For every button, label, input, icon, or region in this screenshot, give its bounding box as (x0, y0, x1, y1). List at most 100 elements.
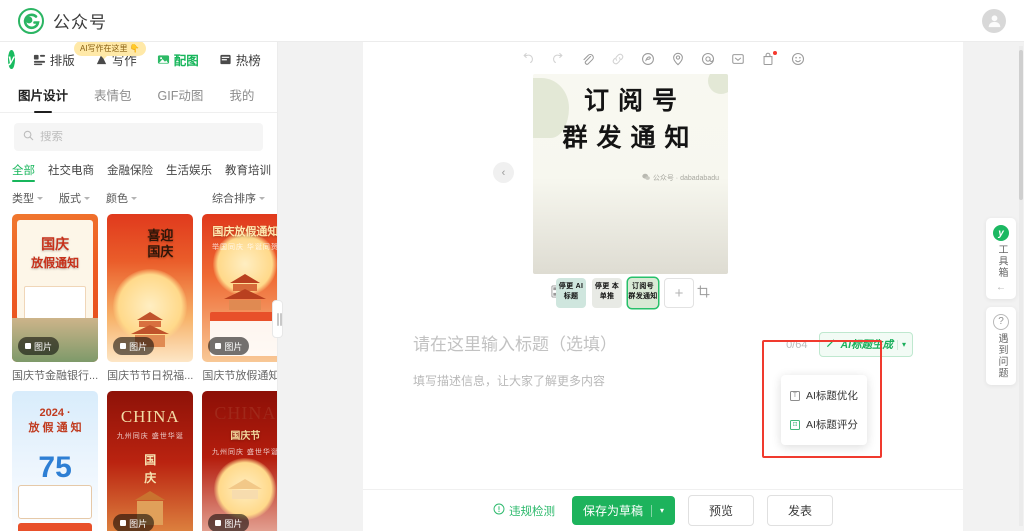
compliance-check-link[interactable]: 违规检测 (493, 503, 555, 519)
redo-icon[interactable] (551, 52, 565, 66)
toolbar-tab-gongju[interactable]: 工具 (272, 43, 277, 76)
emoji-icon[interactable] (791, 52, 805, 66)
title-input[interactable] (413, 334, 787, 355)
user-avatar-icon[interactable] (982, 8, 1006, 33)
filter-type[interactable]: 类型 (12, 190, 43, 206)
canvas-credit-label: 公众号 · dabadabadu (652, 175, 719, 182)
image-thumbnail[interactable]: 停更 AI标题 (556, 278, 586, 308)
rail-help-label: 遇到问题 (996, 332, 1007, 379)
image-thumbnail-row: 停更 AI标题 停更 本单推 订阅号 群发通知 + (556, 278, 694, 308)
toolbar-tab-label: 配图 (173, 53, 199, 68)
subtab-gif[interactable]: GIF动图 (158, 85, 204, 112)
card-icon[interactable] (731, 52, 745, 66)
toolbar-tab-peitu[interactable]: 配图 (147, 42, 208, 76)
paperclip-icon[interactable] (581, 52, 595, 66)
assistant-avatar-icon[interactable]: y (8, 49, 15, 69)
category-life-entertainment[interactable]: 生活娱乐 (166, 162, 212, 182)
chevron-left-icon[interactable]: ‹ (493, 162, 514, 183)
page-scrollbar-thumb[interactable] (1019, 50, 1023, 200)
template-title: 国庆节 (230, 431, 261, 442)
search-box[interactable] (14, 123, 263, 151)
text-box-icon: T (790, 390, 800, 401)
chevron-down-icon (131, 196, 137, 200)
menu-item-ai-title-score[interactable]: ⊡ AI标题评分 (781, 410, 867, 439)
ai-title-generate-button[interactable]: AI标题生成 ▾ (819, 332, 913, 357)
image-thumbnail-text: 停更 AI标题 (558, 283, 584, 301)
image-icon (157, 53, 170, 66)
save-draft-button[interactable]: 保存为草稿 ▾ (571, 496, 675, 525)
canvas-area: ‹ 订阅号 群发通知 公众号 · dabadabadu (363, 74, 963, 298)
description-input[interactable]: 填写描述信息，让大家了解更多内容 (413, 372, 605, 389)
preview-button[interactable]: 预览 (688, 495, 755, 526)
canvas-credit: 公众号 · dabadabadu (642, 173, 719, 183)
panel-collapse-handle[interactable] (272, 300, 283, 338)
category-education-training[interactable]: 教育培训 (225, 162, 271, 182)
sort-label: 综合排序 (212, 193, 256, 205)
template-caption: 国庆节放假通知... (202, 370, 277, 382)
template-thumbnail[interactable]: 喜迎 国庆 图片 (107, 214, 194, 362)
image-canvas[interactable]: 订阅号 群发通知 公众号 · dabadabadu (533, 74, 728, 274)
template-card[interactable]: 2024 ·放 假 通 知 75 国庆节放假通知... (12, 391, 99, 531)
canvas-title-line2: 群发通知 (562, 123, 699, 152)
subtab-stickers[interactable]: 表情包 (94, 85, 132, 112)
category-all[interactable]: 全部 (12, 162, 35, 182)
caret-down-icon[interactable]: ▾ (660, 506, 664, 515)
template-card[interactable]: CHINA 九州同庆 盛世华诞 国庆 图片 国庆节祝福海报... (107, 391, 194, 531)
template-thumbnail[interactable]: 国庆放假通知 举国同庆 华诞同贺 图片 (202, 214, 277, 362)
shop-bag-icon[interactable] (761, 51, 777, 66)
collapse-arrow-icon[interactable]: ← (996, 282, 1006, 293)
rail-help[interactable]: ? 遇到问题 (986, 306, 1016, 385)
decor-pagoda-icon (224, 274, 267, 310)
toolbar-tab-rebang[interactable]: 热榜 (210, 43, 270, 76)
template-card[interactable]: 喜迎 国庆 图片 国庆节节日祝福... (107, 214, 194, 383)
template-card[interactable]: 国庆 放假通知 图片 国庆节金融银行... (12, 214, 99, 383)
search-input[interactable] (40, 131, 254, 143)
link-icon[interactable] (611, 52, 625, 66)
mention-icon[interactable] (701, 52, 715, 66)
filter-layout[interactable]: 版式 (59, 190, 90, 206)
trending-icon (219, 53, 232, 66)
template-thumbnail[interactable]: 国庆 放假通知 图片 (12, 214, 99, 362)
template-thumbnail[interactable]: CHINA 国庆节 九州同庆 盛世华诞 图片 (202, 391, 277, 531)
chevron-down-icon (259, 196, 265, 200)
right-rail: y 工具箱 ← ? 遇到问题 (986, 218, 1016, 393)
subtab-mine[interactable]: 我的 (229, 85, 254, 112)
location-icon[interactable] (671, 52, 685, 66)
menu-item-ai-title-optimize[interactable]: T AI标题优化 (781, 381, 867, 410)
image-thumbnail-selected[interactable]: 订阅号 群发通知 (628, 278, 658, 308)
image-thumbnail[interactable]: 停更 本单推 (592, 278, 622, 308)
template-card[interactable]: CHINA 国庆节 九州同庆 盛世华诞 图片 国庆节祝福海报... (202, 391, 277, 531)
filter-layout-label: 版式 (59, 193, 81, 205)
undo-icon[interactable] (521, 52, 535, 66)
template-type-tag: 图片 (208, 514, 250, 531)
save-draft-label: 保存为草稿 (582, 504, 643, 518)
chevron-down-icon[interactable]: ▾ (902, 340, 906, 349)
template-subtitle: 九州同庆 盛世华诞 (116, 433, 184, 440)
voice-icon[interactable] (641, 52, 655, 66)
category-finance-insurance[interactable]: 金融保险 (107, 162, 153, 182)
rail-toolbox[interactable]: y 工具箱 ← (986, 218, 1016, 299)
image-tag-icon (120, 520, 127, 526)
sort-selector[interactable]: 综合排序 (212, 190, 265, 206)
left-panel: y AI写作在这里 👇 排版 写作 配图 热榜 图片设计 表情包 GIF动图 我… (0, 42, 278, 531)
category-social-ecommerce[interactable]: 社交电商 (48, 162, 94, 182)
layout-icon (33, 53, 46, 66)
template-thumbnail[interactable]: 2024 · 放 假 通 知 75 (12, 391, 99, 531)
filter-color[interactable]: 颜色 (106, 190, 137, 206)
toolbar-tab-label: 排版 (49, 53, 75, 68)
template-tag-label: 图片 (129, 518, 148, 529)
subtab-image-design[interactable]: 图片设计 (18, 85, 68, 112)
template-type-tag: 图片 (113, 514, 155, 531)
rail-toolbox-label: 工具箱 (996, 244, 1007, 279)
filter-bar: 类型 版式 颜色 综合排序 (0, 182, 277, 214)
template-thumbnail[interactable]: CHINA 九州同庆 盛世华诞 国庆 图片 (107, 391, 194, 531)
decor-pagoda-icon (228, 479, 263, 499)
ai-writing-tip-badge: AI写作在这里 👇 (74, 42, 146, 59)
crop-icon[interactable] (697, 284, 710, 298)
add-image-button[interactable]: + (664, 278, 694, 308)
template-card[interactable]: 国庆放假通知 举国同庆 华诞同贺 图片 国庆节放假通知... (202, 214, 277, 383)
ai-title-generate-label: AI标题生成 (840, 339, 893, 351)
publish-button[interactable]: 发表 (767, 495, 834, 526)
brand[interactable]: 公众号 (18, 7, 107, 34)
toolbox-dot-icon: y (993, 225, 1009, 241)
